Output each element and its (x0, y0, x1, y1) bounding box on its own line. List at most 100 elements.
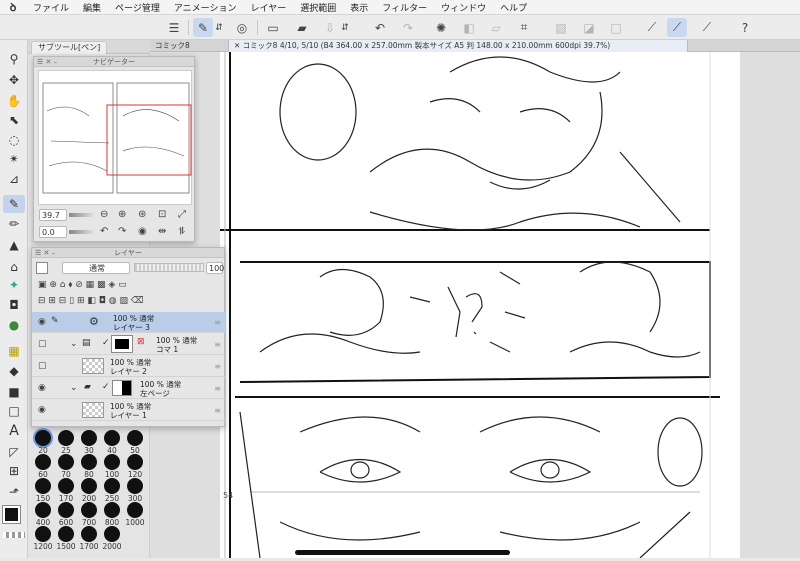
brush-size-option[interactable]: 1000 (124, 502, 146, 530)
drag-handle-icon[interactable]: ≡ (214, 406, 221, 415)
check-icon[interactable]: ✓ (102, 338, 110, 348)
visibility-eye-icon[interactable]: ◉ (38, 405, 46, 415)
menu-file[interactable]: ファイル (26, 1, 76, 14)
opacity-field[interactable]: 100 (206, 262, 224, 274)
invert-selection-icon[interactable]: ◪ (579, 18, 599, 37)
hand-tool-icon[interactable]: ✋ (3, 92, 25, 110)
frame-tool-icon[interactable]: □ (3, 402, 25, 420)
hamburger-menu-icon[interactable]: ☰ (164, 18, 184, 37)
layer-row[interactable]: ◉ ✎ ⚙ 100 % 通常 レイヤー 3 ≡ (32, 312, 225, 333)
pen-tool-icon[interactable]: ✎ (3, 195, 25, 213)
show-selection-icon[interactable]: □ (606, 18, 626, 37)
actual-size-icon[interactable]: ⊛ (138, 209, 146, 220)
ruler-tool-icon[interactable]: ⊞ (3, 462, 25, 480)
rotate-right-icon[interactable]: ↷ (118, 226, 126, 237)
check-icon[interactable]: ✓ (102, 382, 110, 392)
drag-handle-icon[interactable]: ≡ (214, 362, 221, 371)
rotation-slider[interactable] (69, 230, 93, 234)
tab-inactive-document[interactable]: コミック8 (150, 40, 220, 52)
zoom-tool-icon[interactable]: ⚲ (3, 50, 25, 68)
layer-row[interactable]: ▢ 100 % 通常 レイヤー 2 ≡ (32, 356, 225, 377)
mask-off-icon[interactable]: ⊠ (137, 337, 145, 347)
layer-row[interactable]: ◉ 100 % 通常 レイヤー 1 ≡ (32, 400, 225, 421)
balloon-tool-icon[interactable]: ◸ (3, 443, 25, 461)
lasso-tool-icon[interactable]: ◌ (3, 131, 25, 149)
visibility-eye-icon[interactable]: ◉ (38, 317, 46, 327)
chevron-down-icon[interactable]: ⌄ (70, 339, 78, 349)
layer-header[interactable]: ☰ ✕ – レイヤー (32, 248, 224, 258)
navigator-header[interactable]: ☰ ✕ – ナビゲーター (34, 57, 194, 67)
blend-tool-icon[interactable]: ● (3, 316, 25, 334)
reset-rotation-icon[interactable]: ◉ (138, 226, 147, 237)
figure-tool-icon[interactable]: ▦ (3, 342, 25, 360)
text-tool-icon[interactable]: A (3, 422, 25, 440)
chevron-updown-icon[interactable]: ⇵ (340, 18, 350, 37)
brush-size-option[interactable]: 1200 (32, 526, 54, 554)
navigator-preview[interactable] (38, 70, 192, 205)
drag-handle-icon[interactable]: ≡ (214, 384, 221, 393)
brush-size-option[interactable]: 1700 (78, 526, 100, 554)
rotation-field[interactable]: 0.0 (39, 226, 67, 238)
layer-color-swatch[interactable] (36, 262, 48, 274)
menu-selection[interactable]: 選択範囲 (293, 1, 343, 14)
chevron-updown-icon[interactable]: ⇵ (214, 18, 224, 37)
main-color-swatch[interactable] (2, 505, 21, 524)
close-icon[interactable]: ✕ (234, 41, 243, 50)
decoration-tool-icon[interactable]: ✦ (3, 276, 25, 294)
fit-view-icon[interactable]: ⊡ (158, 209, 166, 220)
gradient-tool-icon[interactable]: ■ (3, 383, 25, 401)
rotate-left-icon[interactable]: ↶ (100, 226, 108, 237)
layer-row[interactable]: ▢ ⌄ ▤ ✓ ⊠ 100 % 通常 コマ 1 ≡ (32, 334, 225, 355)
snap-grid-icon[interactable]: ⟋ (697, 18, 717, 37)
help-icon[interactable]: ? (735, 18, 755, 37)
fill-tool-icon[interactable]: ◆ (3, 362, 25, 380)
drag-handle-icon[interactable]: ≡ (214, 340, 221, 349)
menu-filter[interactable]: フィルター (375, 1, 434, 14)
redo-icon[interactable]: ↷ (398, 18, 418, 37)
magic-wand-tool-icon[interactable]: ✴ (3, 150, 25, 168)
menu-edit[interactable]: 編集 (76, 1, 108, 14)
fit-window-icon[interactable]: ⤢ (178, 209, 186, 220)
menu-help[interactable]: ヘルプ (493, 1, 534, 14)
drag-handle-icon[interactable]: ≡ (214, 318, 221, 327)
zoom-field[interactable]: 39.7 (39, 209, 67, 221)
menu-layer[interactable]: レイヤー (244, 1, 294, 14)
layer-tool-icons-row-1[interactable]: ▣ ⊕ ⌂ ⬧ ⊘ ▦ ▩ ◈ ▭ (38, 280, 127, 290)
eraser-tool-icon[interactable]: ◘ (3, 296, 25, 314)
edit-mode-icon[interactable]: ✎ (193, 18, 213, 37)
visibility-toggle[interactable]: ▢ (38, 339, 47, 349)
menu-page-management[interactable]: ページ管理 (108, 1, 167, 14)
opacity-slider[interactable] (134, 263, 204, 272)
brush-tool-icon[interactable]: ▲ (3, 236, 25, 254)
zoom-out-icon[interactable]: ⊖ (100, 209, 108, 220)
visibility-toggle[interactable]: ▢ (38, 361, 47, 371)
flip-horizontal-icon[interactable]: ⇹ (158, 226, 166, 237)
flip-vertical-icon[interactable]: ⥮ (178, 226, 185, 237)
brush-size-option[interactable]: 2000 (101, 526, 123, 554)
pencil-tool-icon[interactable]: ✏ (3, 215, 25, 233)
layer-tool-icons-row-2[interactable]: ⊟ ⊞ ⊟ ▯ ⊞ ◧ ◘ ◍ ▨ ⌫ (38, 296, 144, 306)
link-mode-icon[interactable]: ◎ (232, 18, 252, 37)
snap-special-ruler-icon[interactable]: ⟋ (667, 18, 687, 37)
clear-outside-icon[interactable]: ▱ (486, 18, 506, 37)
blend-mode-select[interactable]: 通常 (62, 262, 130, 274)
airbrush-tool-icon[interactable]: ⌂ (3, 258, 25, 276)
save-icon[interactable]: ⇩ (320, 18, 340, 37)
visibility-eye-icon[interactable]: ◉ (38, 383, 46, 393)
correct-line-tool-icon[interactable]: ⬏ (3, 483, 25, 501)
transparent-color-swatch[interactable] (3, 532, 25, 538)
menu-view[interactable]: 表示 (343, 1, 375, 14)
layer-row[interactable]: ◉ ⌄ ▰ ✓ 100 % 通常 左ページ ≡ (32, 378, 225, 399)
deselect-icon[interactable]: ▨ (551, 18, 571, 37)
brush-size-option[interactable]: 1500 (55, 526, 77, 554)
menu-animation[interactable]: アニメーション (167, 1, 244, 14)
new-file-icon[interactable]: ▭ (263, 18, 283, 37)
transform-icon[interactable]: ⌗ (514, 18, 534, 37)
canvas-area[interactable]: コミック8 ✕ コミック8 4/10, 5/10 (B4 364.00 x 25… (150, 40, 800, 559)
open-folder-icon[interactable]: ▰ (292, 18, 312, 37)
zoom-in-icon[interactable]: ⊕ (118, 209, 126, 220)
tab-active-document[interactable]: ✕ コミック8 4/10, 5/10 (B4 364.00 x 257.00mm… (228, 40, 688, 52)
snap-ruler-icon[interactable]: ⟋ (642, 18, 662, 37)
chevron-down-icon[interactable]: ⌄ (70, 383, 78, 393)
move-tool-icon[interactable]: ✥ (3, 71, 25, 89)
